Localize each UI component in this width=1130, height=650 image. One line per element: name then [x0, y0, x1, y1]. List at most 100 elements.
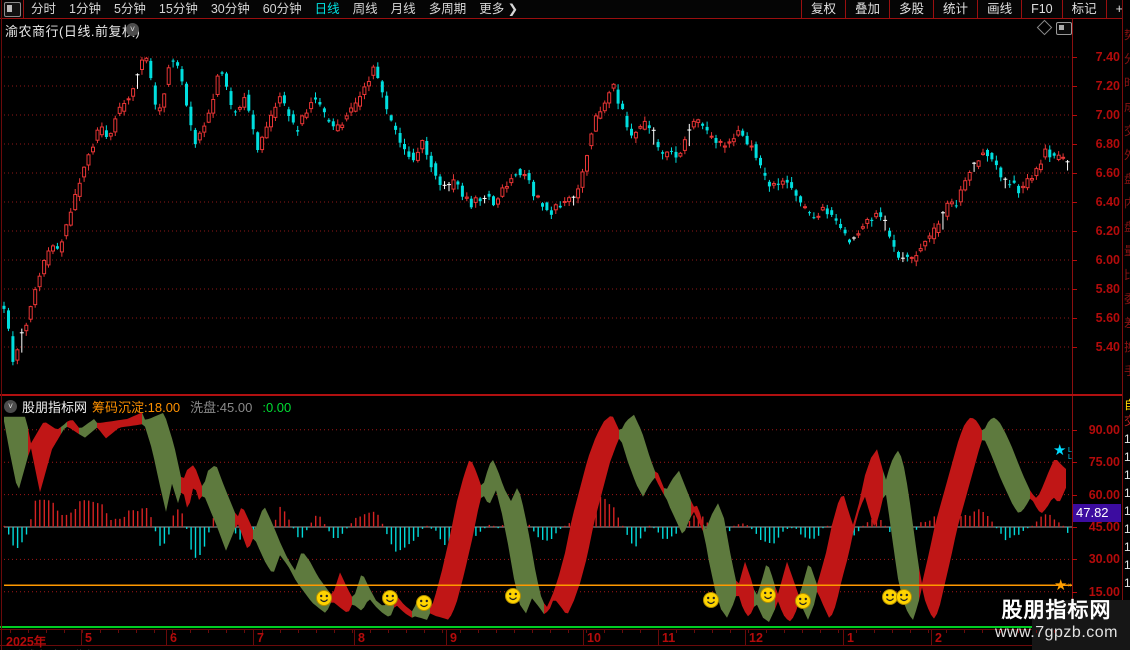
- week-tick: [370, 630, 371, 633]
- button-多股[interactable]: 多股: [889, 0, 933, 18]
- price-tick: [1072, 173, 1077, 174]
- tab-30分钟[interactable]: 30分钟: [211, 0, 250, 18]
- week-tick: [190, 630, 191, 633]
- tab-15分钟[interactable]: 15分钟: [159, 0, 198, 18]
- week-tick: [748, 630, 749, 633]
- indicator-label-75.00: 75.00: [1088, 455, 1120, 470]
- button-叠加[interactable]: 叠加: [845, 0, 889, 18]
- month-divider: [166, 629, 167, 646]
- week-tick: [820, 630, 821, 633]
- week-tick: [82, 630, 83, 633]
- week-tick: [964, 630, 965, 633]
- week-tick: [694, 630, 695, 633]
- price-tick: [1072, 289, 1077, 290]
- week-tick: [892, 630, 893, 633]
- week-tick: [550, 630, 551, 633]
- price-tick: [1072, 144, 1077, 145]
- signal-star-icon: ★: [1054, 577, 1068, 594]
- week-tick: [910, 630, 911, 633]
- smiley-signal-icon: [795, 593, 811, 609]
- price-label-7.20: 7.20: [1095, 79, 1120, 93]
- clipped-glyph: 成: [1124, 100, 1130, 116]
- button-标记[interactable]: 标记: [1061, 0, 1106, 18]
- indicator-chart[interactable]: [2, 397, 1072, 626]
- clipped-glyph: 1: [1124, 540, 1130, 556]
- price-label-5.40: 5.40: [1095, 340, 1120, 354]
- week-tick: [208, 630, 209, 633]
- price-tick: [1072, 86, 1077, 87]
- clipped-glyph: 势: [1124, 28, 1130, 44]
- price-tick: [1072, 231, 1077, 232]
- split-screen-icon[interactable]: [4, 2, 21, 17]
- month-label-12: 12: [749, 631, 763, 645]
- button-复权[interactable]: 复权: [801, 0, 845, 18]
- candlestick-chart[interactable]: [2, 18, 1072, 395]
- tab-60分钟[interactable]: 60分钟: [263, 0, 302, 18]
- watermark-url: www.7gpzb.com: [995, 624, 1118, 641]
- clipped-right-panel: 势分时成交外盘内盘量比委差换手自交111111111: [1122, 0, 1130, 650]
- week-tick: [676, 630, 677, 633]
- price-label-6.00: 6.00: [1095, 253, 1120, 267]
- tab-日线[interactable]: 日线: [315, 0, 340, 18]
- month-divider: [583, 629, 584, 646]
- date-axis[interactable]: [0, 629, 1122, 646]
- button-F10[interactable]: F10: [1021, 0, 1062, 18]
- tab-月线[interactable]: 月线: [391, 0, 416, 18]
- tab-多周期[interactable]: 多周期: [429, 0, 467, 18]
- week-tick: [172, 630, 173, 633]
- tab-分时[interactable]: 分时: [31, 0, 56, 18]
- week-tick: [10, 630, 11, 633]
- week-tick: [388, 630, 389, 633]
- week-tick: [46, 630, 47, 633]
- week-tick: [496, 630, 497, 633]
- tab-1分钟[interactable]: 1分钟: [69, 0, 101, 18]
- month-label-11: 11: [662, 631, 676, 645]
- month-divider: [253, 629, 254, 646]
- clipped-glyph: 1: [1124, 504, 1130, 520]
- week-tick: [136, 630, 137, 633]
- clipped-glyph: 分: [1124, 52, 1130, 68]
- indicator-label-45.00: 45.00: [1088, 520, 1120, 534]
- clipped-glyph: 量: [1124, 244, 1130, 260]
- week-tick: [946, 630, 947, 633]
- week-tick: [406, 630, 407, 633]
- week-tick: [1018, 630, 1019, 633]
- week-tick: [262, 630, 263, 633]
- clipped-glyph: 1: [1124, 432, 1130, 448]
- smiley-signal-icon: [416, 595, 432, 611]
- tab-5分钟[interactable]: 5分钟: [114, 0, 146, 18]
- week-tick: [100, 630, 101, 633]
- bottom-green-separator: [0, 626, 1130, 628]
- tab-more[interactable]: 更多 ❯: [479, 0, 518, 18]
- smiley-signal-icon: [505, 588, 521, 604]
- week-tick: [784, 630, 785, 633]
- month-divider: [446, 629, 447, 646]
- window-frame-left: [1, 0, 2, 650]
- month-divider: [931, 629, 932, 646]
- price-label-5.60: 5.60: [1095, 311, 1120, 325]
- smiley-signal-icon: [896, 589, 912, 605]
- clipped-glyph: 1: [1124, 576, 1130, 592]
- week-tick: [298, 630, 299, 633]
- clipped-glyph: 时: [1124, 76, 1130, 92]
- star-note: »: [1068, 582, 1072, 589]
- indicator-tick: [1072, 429, 1077, 431]
- clipped-glyph: 1: [1124, 486, 1130, 502]
- clipped-glyph: 交: [1124, 414, 1130, 430]
- week-tick: [982, 630, 983, 633]
- week-tick: [1054, 630, 1055, 633]
- clipped-glyph: 换: [1124, 340, 1130, 356]
- month-label-2: 2: [935, 631, 942, 645]
- toolbar-right-buttons: 复权叠加多股统计画线F10标记+自选返回: [801, 0, 1130, 18]
- button-统计[interactable]: 统计: [933, 0, 977, 18]
- week-tick: [856, 630, 857, 633]
- button-画线[interactable]: 画线: [977, 0, 1021, 18]
- week-tick: [478, 630, 479, 633]
- week-tick: [532, 630, 533, 633]
- smiley-signal-icon: [382, 590, 398, 606]
- tab-周线[interactable]: 周线: [353, 0, 378, 18]
- week-tick: [838, 630, 839, 633]
- smiley-signal-icon: [760, 587, 776, 603]
- week-tick: [712, 630, 713, 633]
- week-tick: [28, 630, 29, 633]
